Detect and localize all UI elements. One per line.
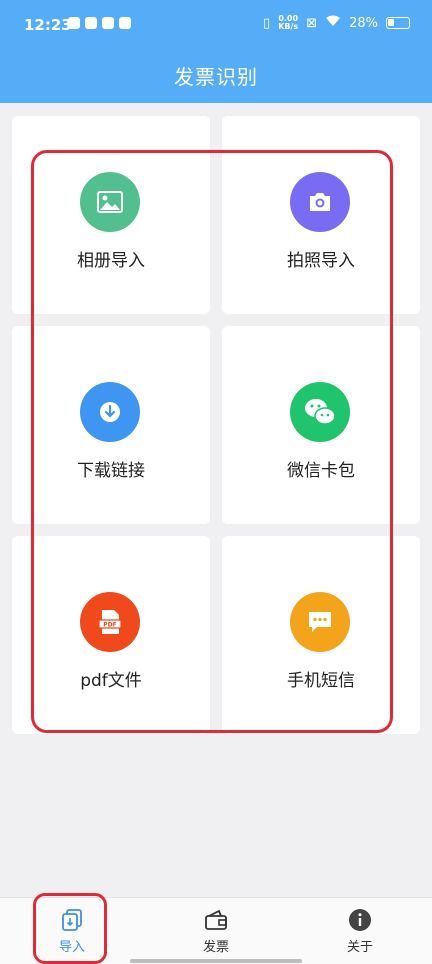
tile-label: 微信卡包	[287, 461, 355, 481]
pdf-icon: PDF	[80, 592, 140, 652]
import-icon	[62, 909, 82, 931]
net-speed-unit: KB/s	[278, 22, 299, 31]
net-speed: 0.00 KB/s	[278, 15, 298, 31]
tile-album-import[interactable]: 相册导入	[12, 116, 210, 314]
camera-icon	[290, 172, 350, 232]
tile-label: pdf文件	[80, 671, 142, 691]
import-options-grid: 相册导入 拍照导入 下载链接 微信卡包 PDF pdf文件 手机短信	[12, 116, 420, 734]
tiktok-icon	[68, 17, 80, 29]
no-sim-icon: ⊠	[306, 15, 318, 31]
wechat-icon	[290, 382, 350, 442]
notification-icons	[68, 17, 131, 29]
home-indicator[interactable]	[130, 959, 302, 963]
wifi-icon	[325, 15, 341, 31]
tab-label: 导入	[58, 940, 85, 955]
tile-pdf-file[interactable]: PDF pdf文件	[12, 536, 210, 734]
bottom-nav: 导入 发票 关于	[0, 897, 432, 964]
tile-label: 手机短信	[287, 671, 355, 691]
info-icon	[349, 909, 371, 931]
wallet-icon	[205, 909, 227, 930]
vibrate-icon: ▯	[263, 15, 271, 31]
tab-label: 关于	[346, 940, 373, 955]
tile-wechat-cards[interactable]: 微信卡包	[222, 326, 420, 524]
download-icon	[80, 382, 140, 442]
tile-sms[interactable]: 手机短信	[222, 536, 420, 734]
image-icon	[80, 172, 140, 232]
message-icon	[290, 592, 350, 652]
tile-label: 下载链接	[77, 461, 145, 481]
tab-import[interactable]: 导入	[32, 908, 112, 955]
page-title: 发票识别	[174, 65, 258, 89]
tile-label: 拍照导入	[287, 251, 355, 271]
more-notifications-icon	[119, 17, 131, 29]
tab-invoices[interactable]: 发票	[176, 908, 256, 955]
status-right: ▯ 0.00 KB/s ⊠ 28%	[263, 15, 410, 31]
battery-percent: 28%	[349, 15, 378, 31]
app-header: 12:23 ▯ 0.00 KB/s ⊠ 28% 发票识别	[0, 0, 432, 103]
battery-icon	[386, 17, 410, 29]
tab-label: 发票	[202, 940, 229, 955]
tile-label: 相册导入	[77, 251, 145, 271]
app-notification-icon	[85, 17, 97, 29]
tile-download-link[interactable]: 下载链接	[12, 326, 210, 524]
gallery-notification-icon	[102, 17, 114, 29]
tab-about[interactable]: 关于	[320, 908, 400, 955]
status-time: 12:23	[24, 16, 72, 34]
svg-text:PDF: PDF	[103, 622, 116, 629]
status-bar: 12:23 ▯ 0.00 KB/s ⊠ 28%	[0, 0, 432, 52]
tile-camera-import[interactable]: 拍照导入	[222, 116, 420, 314]
